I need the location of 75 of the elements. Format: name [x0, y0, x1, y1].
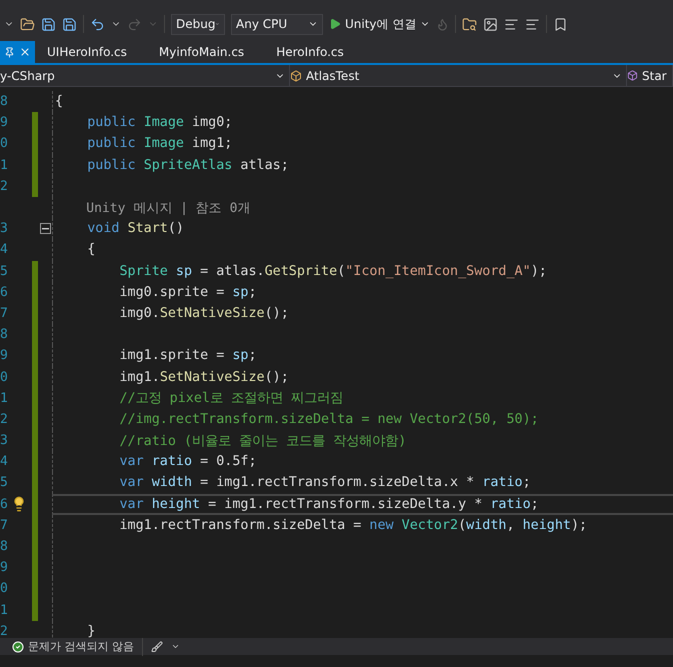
- line-number: 6: [0, 284, 9, 300]
- code-line: img0.SetNativeSize();: [118, 306, 289, 321]
- open-folder-icon[interactable]: [20, 16, 35, 32]
- code-line: public SpriteAtlas atlas;: [86, 158, 289, 173]
- minus-icon: [42, 225, 49, 232]
- line-number: 3: [0, 433, 9, 448]
- line-number: 4: [0, 454, 9, 470]
- code-line: img1.SetNativeSize();: [118, 370, 289, 385]
- file-tab[interactable]: HeroInfo.cs: [264, 41, 364, 63]
- pin-icon[interactable]: [4, 46, 15, 58]
- line-number: 9: [0, 560, 9, 576]
- save-icon[interactable]: [41, 16, 56, 32]
- line-number: 9: [0, 115, 9, 130]
- folder-search-icon[interactable]: [462, 16, 478, 32]
- undo-icon[interactable]: [90, 16, 105, 32]
- line-number: 2: [0, 624, 9, 638]
- code-line: img0.sprite = sp;: [118, 284, 257, 300]
- code-line: var ratio = 0.5f;: [118, 454, 257, 470]
- code-line: //고정 pixel로 조절하면 찌그러짐: [118, 390, 344, 408]
- code-line: {: [86, 242, 96, 258]
- cube-icon: [627, 70, 638, 81]
- line-number: 2: [0, 178, 9, 194]
- align-icon[interactable]: [525, 16, 540, 32]
- line-number: 0: [0, 136, 9, 152]
- line-number: 5: [0, 264, 9, 279]
- line-number: 1: [0, 602, 9, 618]
- run-button[interactable]: Unity에 연결: [329, 16, 430, 32]
- code-line: //ratio (비율로 줄이는 코드를 작성해야함): [118, 432, 406, 450]
- align-icon[interactable]: [504, 16, 520, 32]
- caret-icon[interactable]: [171, 642, 180, 651]
- code-line: var width = img1.rectTransform.sizeDelta.x * ratio;: [118, 475, 531, 490]
- collapse-button[interactable]: [40, 223, 51, 234]
- codelens-text[interactable]: Unity 메시지 | 참조 0개: [55, 198, 250, 217]
- code-line: public Image img0;: [86, 115, 232, 130]
- cube-icon: [290, 70, 302, 82]
- image-icon[interactable]: [483, 16, 498, 32]
- line-number: 7: [0, 306, 9, 321]
- brush-icon[interactable]: [151, 640, 163, 652]
- code-line: Sprite sp = atlas.GetSprite("Icon_ItemIcon_Sword_A");: [118, 264, 547, 279]
- line-number: 8: [0, 94, 9, 110]
- bookmark-icon[interactable]: [553, 16, 568, 32]
- line-number: 1: [0, 158, 9, 173]
- code-line: img1.rectTransform.sizeDelta = new Vector2(width, height);: [118, 518, 588, 533]
- line-number: 1: [0, 390, 9, 406]
- check-icon: [12, 640, 24, 652]
- line-number: 8: [0, 539, 9, 554]
- close-icon[interactable]: [19, 46, 31, 58]
- line-number: 0: [0, 581, 9, 596]
- line-number: 7: [0, 518, 9, 533]
- line-number: 8: [0, 327, 9, 342]
- line-number: 3: [0, 221, 9, 236]
- code-line: //img.rectTransform.sizeDelta = new Vector2(50, 50);: [118, 412, 539, 427]
- issues-status[interactable]: 문제가 검색되지 않음: [12, 639, 134, 654]
- file-tab[interactable]: MyinfoMain.cs: [146, 41, 264, 63]
- code-line: public Image img1;: [86, 136, 232, 152]
- member-dropdown[interactable]: Star: [627, 65, 673, 86]
- line-number: 5: [0, 475, 9, 490]
- configuration-dropdown[interactable]: Debug: [171, 14, 225, 34]
- code-line: var height = img1.rectTransform.sizeDelta.y * ratio;: [118, 496, 539, 512]
- save-all-icon[interactable]: [62, 16, 77, 32]
- code-line: }: [86, 624, 96, 638]
- play-icon: [329, 18, 341, 30]
- platform-dropdown[interactable]: Any CPU: [231, 14, 323, 34]
- file-tab[interactable]: UIHeroInfo.cs: [35, 41, 147, 63]
- code-line: img1.sprite = sp;: [118, 348, 257, 364]
- line-number: 4: [0, 242, 9, 258]
- project-dropdown[interactable]: y-CSharp: [0, 65, 290, 86]
- line-number: 0: [0, 370, 9, 385]
- line-number: 6: [0, 496, 9, 512]
- line-number: 2: [0, 412, 9, 427]
- code-line: {: [55, 94, 64, 110]
- class-dropdown[interactable]: AtlasTest: [290, 65, 627, 86]
- code-line: void Start(): [86, 221, 184, 236]
- file-tab[interactable]: [0, 41, 35, 63]
- line-number: 9: [0, 348, 9, 364]
